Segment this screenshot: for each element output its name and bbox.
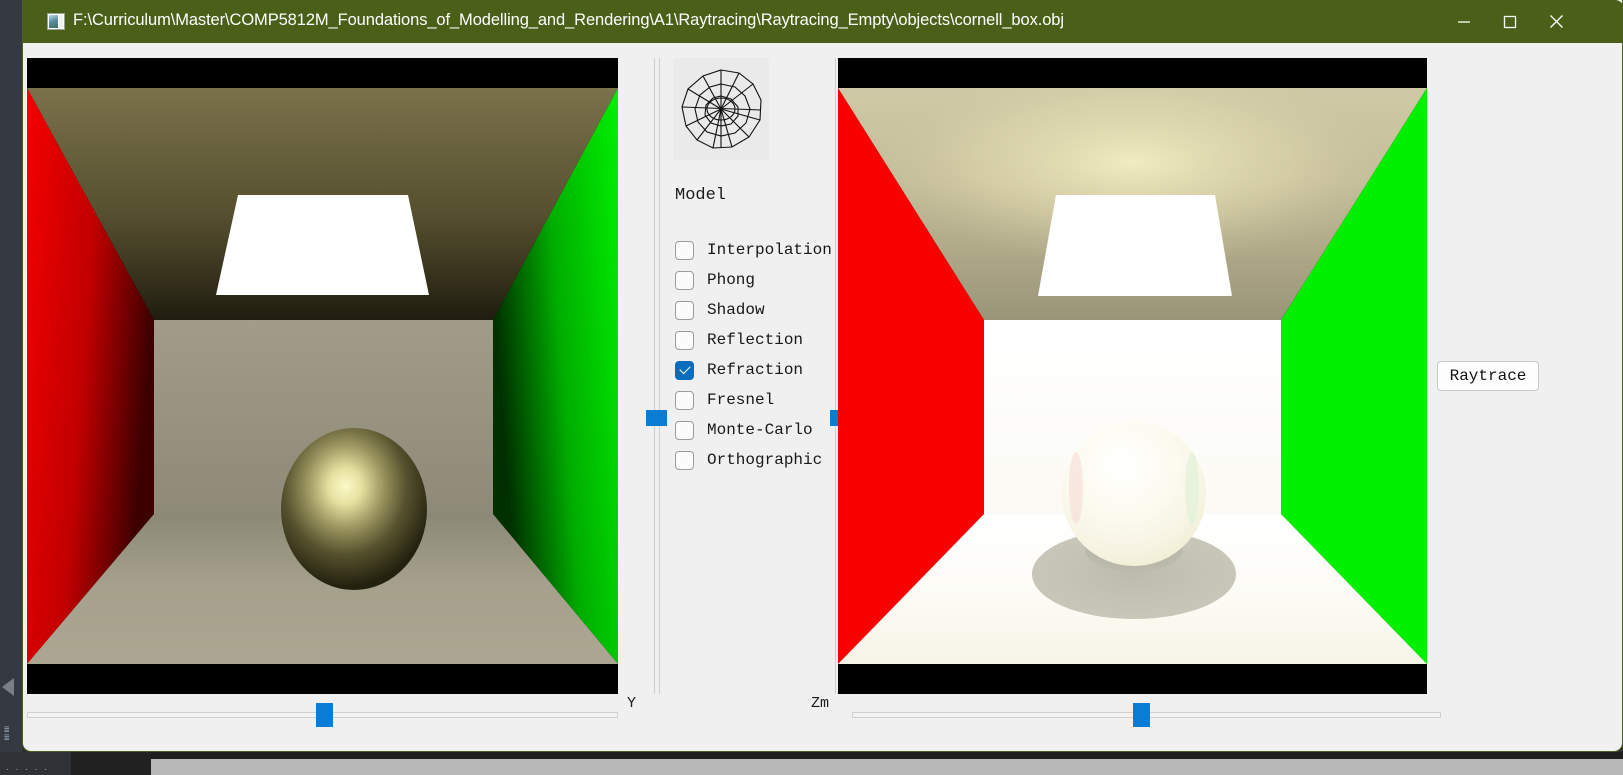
window-title: F:\Curriculum\Master\COMP5812M_Foundatio…	[73, 11, 1064, 29]
checkbox-reflection[interactable]	[675, 330, 694, 350]
left-horizontal-slider-handle[interactable]	[316, 703, 333, 727]
checkbox-label-refraction: Refraction	[707, 361, 804, 379]
checkbox-row-refraction[interactable]: Refraction	[675, 355, 825, 385]
checkbox-label-reflection: Reflection	[707, 331, 804, 349]
checkbox-label-fresnel: Fresnel	[707, 391, 775, 409]
close-icon	[1549, 15, 1563, 28]
app-window-icon	[47, 13, 65, 30]
left-vertical-slider-track[interactable]	[654, 58, 660, 694]
model-option-list: Interpolation Phong Shadow Reflection Re…	[675, 235, 832, 475]
checkbox-monte-carlo[interactable]	[675, 420, 694, 440]
application-window: F:\Curriculum\Master\COMP5812M_Foundatio…	[22, 0, 1623, 752]
window-body: Model Interpolation Phong Shadow Reflect…	[23, 43, 1622, 751]
checkbox-row-interpolation[interactable]: Interpolation	[675, 235, 832, 265]
background-app-sliver: ≣ ≣	[0, 0, 22, 752]
checkbox-row-phong[interactable]: Phong	[675, 265, 825, 295]
model-group-label: Model	[675, 186, 727, 205]
taskbar-dots-icon: · · · · ·	[6, 764, 49, 774]
maximize-button[interactable]	[1487, 0, 1533, 43]
title-bar[interactable]: F:\Curriculum\Master\COMP5812M_Foundatio…	[23, 0, 1622, 43]
maximize-icon	[1503, 15, 1517, 28]
right-slider-label: Zm	[811, 695, 830, 712]
left-horizontal-slider[interactable]	[27, 703, 618, 727]
checkbox-row-monte-carlo[interactable]: Monte-Carlo	[675, 415, 825, 445]
raytrace-button[interactable]: Raytrace	[1437, 361, 1539, 391]
taskbar: · · · · ·	[0, 752, 1623, 775]
cornell-box-preview-render	[27, 58, 618, 694]
right-horizontal-slider-handle[interactable]	[1133, 703, 1150, 727]
checkbox-shadow[interactable]	[675, 300, 694, 320]
cornell-box-raytraced-render	[838, 58, 1427, 694]
checkbox-row-reflection[interactable]: Reflection	[675, 325, 825, 355]
checkbox-refraction[interactable]	[675, 360, 694, 380]
checkbox-phong[interactable]	[675, 270, 694, 290]
horizontal-scrollbar[interactable]	[151, 759, 1623, 775]
checkbox-fresnel[interactable]	[675, 390, 694, 410]
right-horizontal-slider[interactable]	[852, 703, 1441, 727]
checkbox-label-interpolation: Interpolation	[707, 241, 832, 259]
checkbox-label-phong: Phong	[707, 271, 756, 289]
raytraced-render-view[interactable]	[838, 58, 1427, 694]
checkbox-row-orthographic[interactable]: Orthographic	[675, 445, 825, 475]
taskbar-app-slot-2[interactable]	[71, 752, 151, 775]
checkbox-interpolation[interactable]	[675, 240, 694, 260]
close-button[interactable]	[1533, 0, 1579, 43]
checkbox-row-shadow[interactable]: Shadow	[675, 295, 825, 325]
arcball-sphere-icon	[681, 69, 762, 149]
left-slider-label: Y	[627, 695, 637, 712]
collapse-arrow-icon[interactable]	[2, 678, 14, 696]
checkbox-label-shadow: Shadow	[707, 301, 765, 319]
checkbox-label-monte-carlo: Monte-Carlo	[707, 421, 813, 439]
arcball-widget[interactable]	[673, 58, 769, 160]
left-vertical-slider-handle[interactable]	[646, 410, 667, 426]
checkbox-row-fresnel[interactable]: Fresnel	[675, 385, 825, 415]
minimize-button[interactable]	[1441, 0, 1487, 43]
minimize-icon	[1458, 20, 1470, 23]
checkbox-orthographic[interactable]	[675, 450, 694, 470]
checkbox-label-orthographic: Orthographic	[707, 451, 823, 469]
opengl-preview-view[interactable]	[27, 58, 618, 694]
ruler-icon: ≣ ≣	[4, 726, 10, 743]
taskbar-app-slot[interactable]: · · · · ·	[0, 752, 71, 775]
